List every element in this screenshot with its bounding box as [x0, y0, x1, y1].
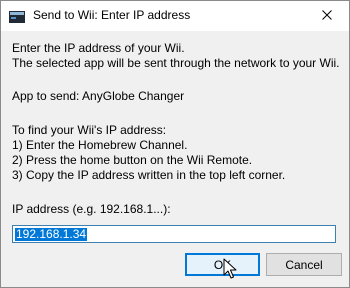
app-to-send-text: App to send: AnyGlobe Changer [12, 89, 185, 103]
close-icon [322, 7, 332, 25]
dialog-content: Enter the IP address of your Wii. The se… [1, 31, 349, 287]
instruction-step-3: 3) Copy the IP address written in the to… [12, 168, 286, 182]
ip-address-value: 192.168.1.34 [15, 227, 88, 241]
ip-address-input[interactable]: 192.168.1.34 [12, 225, 336, 243]
ok-button[interactable]: OK [185, 253, 260, 276]
title-bar[interactable]: Send to Wii: Enter IP address [1, 1, 349, 31]
close-button[interactable] [305, 1, 349, 31]
window-title: Send to Wii: Enter IP address [33, 8, 191, 22]
cancel-button-label: Cancel [285, 257, 323, 272]
app-icon [9, 10, 25, 23]
ip-address-label: IP address (e.g. 192.168.1...): [12, 202, 171, 216]
instructions-heading: To find your Wii's IP address: [12, 123, 167, 137]
intro-text: Enter the IP address of your Wii. [12, 41, 185, 55]
intro-text-2: The selected app will be sent through th… [12, 56, 340, 70]
cancel-button[interactable]: Cancel [266, 253, 342, 276]
instruction-step-1: 1) Enter the Homebrew Channel. [12, 138, 188, 152]
send-to-wii-dialog: Send to Wii: Enter IP address Enter the … [0, 0, 350, 288]
ok-button-label: OK [213, 257, 232, 272]
instruction-step-2: 2) Press the home button on the Wii Remo… [12, 153, 253, 167]
